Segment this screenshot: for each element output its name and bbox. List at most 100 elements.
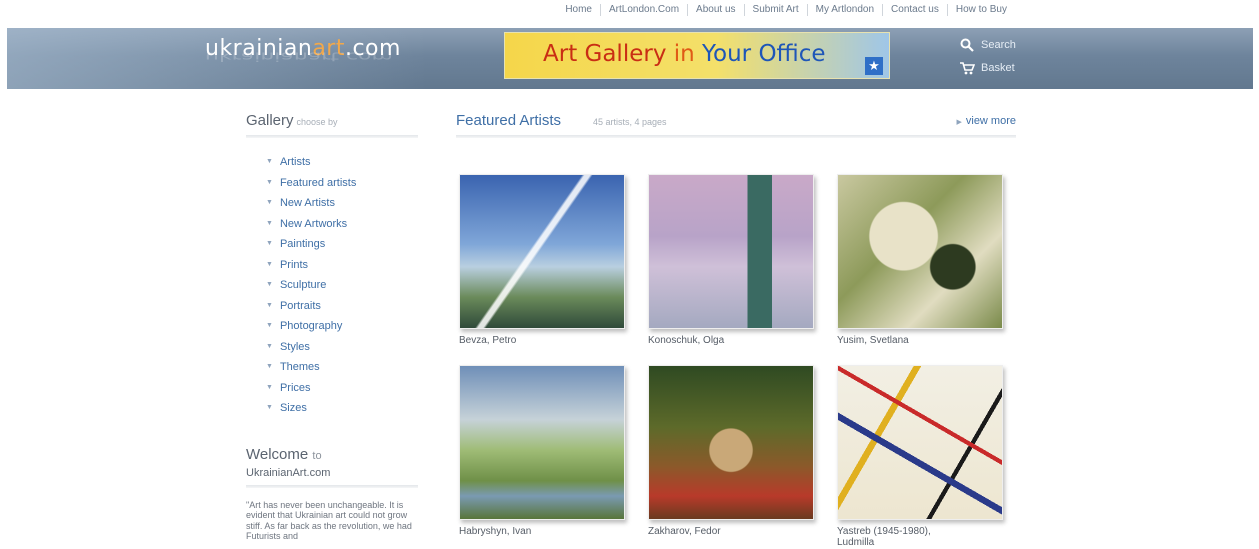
artwork-card[interactable]: Yusim, Svetlana [837,174,1003,346]
chevron-down-icon: ▼ [266,383,273,391]
divider [246,484,418,488]
gallery-menu: ▼ Artists ▼ Featured artists ▼ New Artists … [266,155,418,422]
artist-name[interactable]: Yusim, Svetlana [837,335,967,346]
star-icon: ★ [865,57,883,75]
menu-item-label: Portraits [279,299,321,312]
artwork-card[interactable]: Bevza, Petro [459,174,625,346]
menu-item-label: New Artists [279,197,335,209]
chevron-down-icon: ▼ [266,301,273,309]
featured-count: 45 artists, 4 pages [593,117,667,127]
artwork-image[interactable] [837,174,1003,329]
artwork-card[interactable]: Zakharov, Fedor [648,365,814,537]
main-content: Featured Artists 45 artists, 4 pages ▶ vi… [456,112,1016,548]
menu-item-prices[interactable]: ▼ Prices [266,381,418,402]
menu-item-artists[interactable]: ▼ Artists [266,155,418,176]
featured-header: Featured Artists 45 artists, 4 pages ▶ vi… [456,112,1016,132]
header-links: Search Basket [959,38,1016,84]
menu-item-label: Themes [279,361,320,373]
logo-reflection: ukrainianart.com [205,49,393,63]
view-more-label: view more [965,115,1016,127]
menu-item-themes[interactable]: ▼ Themes [266,360,418,381]
artwork-image[interactable] [648,174,814,329]
nav-submit-art[interactable]: Submit Art [743,4,807,16]
menu-item-portraits[interactable]: ▼ Portraits [266,299,418,320]
chevron-down-icon: ▼ [266,240,273,247]
artwork-card[interactable]: Konoschuk, Olga [648,174,814,346]
chevron-down-icon: ▼ [266,178,273,186]
gallery-subtitle: choose by [296,117,338,127]
artwork-image[interactable] [648,365,814,520]
menu-item-label: Prints [279,258,309,271]
gallery-heading: Gallery choose by [246,112,418,129]
search-icon [959,38,975,52]
menu-item-label: Featured artists [279,176,357,189]
artist-name[interactable]: Habryshyn, Ivan [459,526,589,537]
menu-item-new-artists[interactable]: ▼ New Artists [266,196,418,217]
view-more-link[interactable]: ▶ view more [956,115,1016,127]
menu-item-sizes[interactable]: ▼ Sizes [266,401,418,422]
artwork-card[interactable]: Yastreb (1945-1980), Ludmilla [837,365,1003,548]
artist-name[interactable]: Zakharov, Fedor [648,526,778,537]
welcome-title: Welcome [246,445,309,463]
menu-item-label: Sizes [279,402,307,414]
sidebar: Gallery choose by ▼ Artists ▼ Featured arti… [246,112,418,542]
banner-part3: Your Office [702,41,826,67]
promo-banner[interactable]: Art Gallery in Your Office ★ [504,32,890,79]
menu-item-label: Photography [279,320,343,332]
chevron-down-icon: ▼ [266,219,273,227]
nav-my-artlondon[interactable]: My Artlondon [806,4,882,16]
gallery-title: Gallery [246,112,294,129]
artist-name[interactable]: Yastreb (1945-1980), Ludmilla [837,526,967,548]
site-header: ukrainianart.com ukrainianart.com Art Ga… [7,28,1253,89]
menu-item-paintings[interactable]: ▼ Paintings [266,237,418,258]
nav-artlondon[interactable]: ArtLondon.Com [600,4,687,16]
featured-title[interactable]: Featured Artists [456,112,561,129]
basket-icon [959,61,976,75]
banner-part1: Art Gallery [543,41,674,67]
chevron-down-icon: ▼ [266,363,273,370]
artwork-card[interactable]: Habryshyn, Ivan [459,365,625,537]
menu-item-styles[interactable]: ▼ Styles [266,340,418,361]
search-label: Search [981,39,1016,51]
artist-name[interactable]: Konoschuk, Olga [648,335,778,346]
basket-label: Basket [981,62,1015,74]
chevron-down-icon: ▼ [266,281,273,288]
welcome-quote: "Art has never been unchangeable. It is … [246,499,412,542]
menu-item-label: New Artworks [279,217,348,230]
chevron-down-icon: ▼ [266,342,273,350]
welcome-section: Welcome to UkrainianArt.com "Art has nev… [246,446,418,542]
welcome-heading: Welcome to [246,446,418,463]
nav-contact-us[interactable]: Contact us [882,4,947,16]
chevron-down-icon: ▼ [266,260,273,268]
menu-item-label: Artists [279,156,311,168]
search-link[interactable]: Search [959,38,1016,52]
chevron-down-icon: ▼ [266,199,273,206]
basket-link[interactable]: Basket [959,61,1016,75]
menu-item-label: Paintings [279,238,326,250]
artwork-image[interactable] [459,365,625,520]
nav-how-to-buy[interactable]: How to Buy [946,4,1015,16]
nav-about-us[interactable]: About us [687,4,743,16]
banner-part2: in [673,41,703,67]
menu-item-featured-artists[interactable]: ▼ Featured artists [266,176,418,197]
banner-text: Art Gallery in Your Office [543,41,826,67]
menu-item-prints[interactable]: ▼ Prints [266,258,418,279]
menu-item-label: Styles [279,340,310,353]
welcome-site: UkrainianArt.com [246,466,331,479]
chevron-right-icon: ▶ [956,119,962,126]
chevron-down-icon: ▼ [266,322,273,329]
chevron-down-icon: ▼ [266,404,273,411]
menu-item-new-artworks[interactable]: ▼ New Artworks [266,217,418,238]
divider [456,135,1016,138]
menu-item-label: Sculpture [279,279,327,291]
artist-name[interactable]: Bevza, Petro [459,335,589,346]
nav-home[interactable]: Home [557,4,600,16]
menu-item-sculpture[interactable]: ▼ Sculpture [266,278,418,299]
divider [246,135,418,138]
menu-item-label: Prices [279,381,311,394]
artwork-image[interactable] [459,174,625,329]
welcome-to: to [312,449,322,462]
chevron-down-icon: ▼ [266,158,273,165]
menu-item-photography[interactable]: ▼ Photography [266,319,418,340]
artwork-image[interactable] [837,365,1003,520]
